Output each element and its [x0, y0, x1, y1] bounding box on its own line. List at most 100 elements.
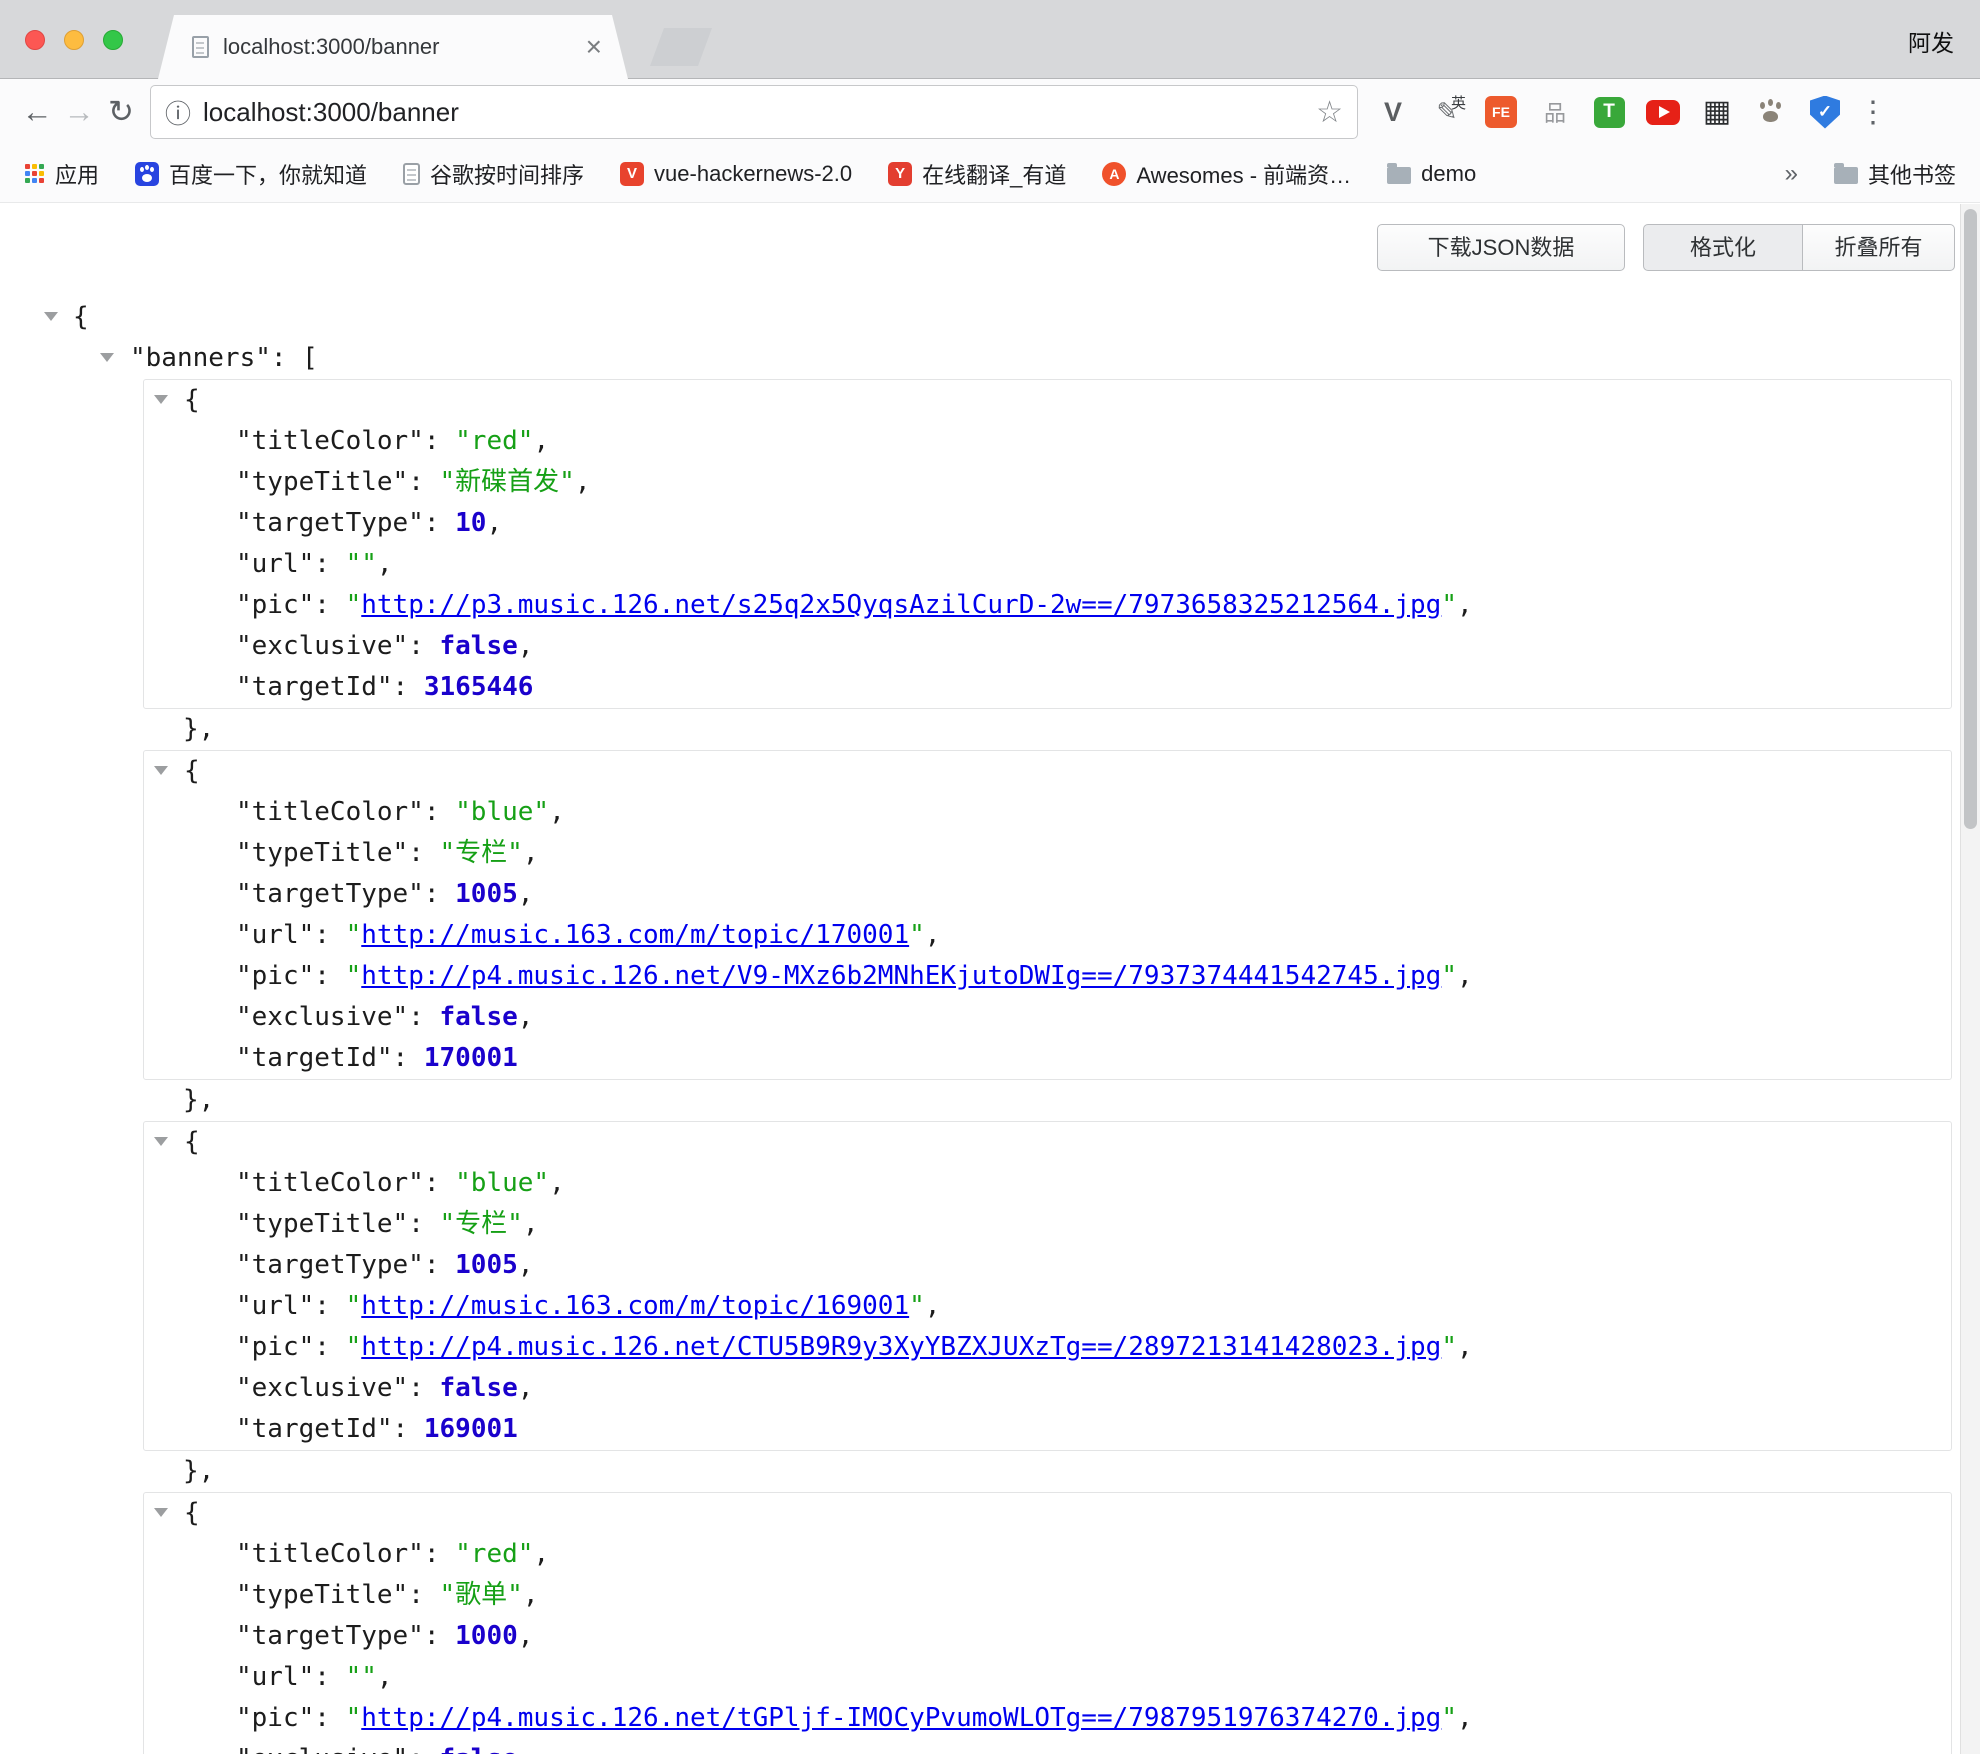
collapse-all-button[interactable]: 折叠所有: [1803, 224, 1955, 271]
collapse-toggle-icon[interactable]: [154, 395, 168, 404]
json-punctuation: :: [393, 1043, 424, 1073]
json-line: "targetId": 169001: [144, 1409, 1951, 1450]
url-text[interactable]: localhost:3000/banner: [203, 97, 1316, 128]
bookmark-baidu[interactable]: 百度一下，你就知道: [135, 158, 367, 190]
page-info-icon[interactable]: ⓘ: [165, 94, 191, 131]
collapse-toggle-icon[interactable]: [154, 766, 168, 775]
json-line: "targetType": 10,: [144, 503, 1951, 544]
bookmark-apps[interactable]: 应用: [24, 158, 99, 190]
json-punctuation: :: [424, 426, 455, 456]
bookmark-star-icon[interactable]: ☆: [1316, 95, 1343, 130]
translate-extension-icon[interactable]: ✎英: [1430, 95, 1464, 129]
bookmarks-bar: 应用 百度一下，你就知道 谷歌按时间排序 Vvue-hackernews-2.0…: [0, 145, 1980, 203]
address-bar[interactable]: ⓘ localhost:3000/banner ☆: [150, 85, 1358, 139]
json-punctuation: :: [408, 1002, 439, 1032]
bookmark-google-sort[interactable]: 谷歌按时间排序: [403, 158, 584, 190]
json-punctuation: "banners": [: [130, 343, 318, 373]
shield-extension-icon[interactable]: ✓: [1808, 95, 1842, 129]
bookmark-folder-demo[interactable]: demo: [1387, 161, 1476, 187]
awesomes-icon: A: [1102, 162, 1126, 186]
collapse-toggle-icon[interactable]: [154, 1137, 168, 1146]
collapse-toggle-icon[interactable]: [44, 312, 58, 321]
json-url-link[interactable]: http://p4.music.126.net/tGPljf-IMOCyPvum…: [361, 1703, 1441, 1733]
collapse-toggle-icon[interactable]: [100, 353, 114, 362]
vertical-scrollbar[interactable]: [1960, 204, 1980, 1754]
json-punctuation: {: [184, 385, 200, 415]
tab-close-icon[interactable]: ×: [586, 33, 602, 61]
json-string-value: ": [346, 590, 362, 620]
back-icon[interactable]: ←: [16, 94, 58, 130]
json-punctuation: :: [408, 631, 439, 661]
org-chart-extension-icon[interactable]: 品: [1538, 95, 1572, 129]
json-url-link[interactable]: http://p4.music.126.net/CTU5B9R9y3XyYBZX…: [361, 1332, 1441, 1362]
json-string-value: "blue": [455, 797, 549, 827]
json-punctuation: ,: [1457, 1332, 1473, 1362]
bookmark-other-bookmarks[interactable]: 其他书签: [1834, 158, 1956, 190]
json-punctuation: :: [314, 920, 345, 950]
bookmark-vue-hackernews[interactable]: Vvue-hackernews-2.0: [620, 161, 852, 187]
json-number-value: 1005: [455, 879, 518, 909]
json-key: "pic": [236, 1332, 314, 1362]
close-window-button[interactable]: [25, 30, 45, 50]
youtube-extension-icon[interactable]: [1646, 95, 1680, 129]
json-punctuation: :: [408, 838, 439, 868]
json-key: "exclusive": [236, 631, 408, 661]
profile-name[interactable]: 阿发: [1908, 24, 1954, 58]
apps-grid-icon: [24, 163, 45, 184]
fullscreen-window-button[interactable]: [103, 30, 123, 50]
reload-icon[interactable]: ↻: [100, 94, 142, 130]
json-key: "targetType": [236, 508, 424, 538]
bookmark-youdao-translate[interactable]: Y在线翻译_有道: [888, 158, 1066, 190]
forward-icon[interactable]: →: [58, 94, 100, 130]
json-string-value: "专栏": [440, 838, 523, 868]
paw-extension-icon[interactable]: [1754, 95, 1788, 129]
json-line: {: [144, 751, 1951, 792]
bookmarks-overflow-icon[interactable]: »: [1785, 160, 1798, 188]
json-string-value: "新碟首发": [440, 467, 575, 497]
json-punctuation: :: [424, 1168, 455, 1198]
browser-menu-icon[interactable]: ⋮: [1852, 95, 1894, 130]
json-punctuation: {: [184, 1498, 200, 1528]
scrollbar-thumb[interactable]: [1964, 209, 1977, 829]
new-tab-button[interactable]: [650, 28, 712, 66]
json-punctuation: :: [424, 1250, 455, 1280]
json-key: "typeTitle": [236, 838, 408, 868]
folder-icon: [1834, 167, 1858, 184]
bookmark-awesomes[interactable]: AAwesomes - 前端资…: [1102, 158, 1351, 190]
json-line: "targetType": 1005,: [144, 874, 1951, 915]
json-string-value: ": [1441, 1332, 1457, 1362]
json-punctuation: ,: [533, 1539, 549, 1569]
minimize-window-button[interactable]: [64, 30, 84, 50]
json-number-value: 1000: [455, 1621, 518, 1651]
json-number-value: false: [440, 1002, 518, 1032]
json-punctuation: {: [184, 756, 200, 786]
fehelper-extension-icon[interactable]: FE: [1484, 95, 1518, 129]
json-line: },: [0, 1080, 1960, 1121]
json-punctuation: {: [184, 1127, 200, 1157]
json-punctuation: :: [408, 467, 439, 497]
json-key: "targetId": [236, 672, 393, 702]
json-string-value: "blue": [455, 1168, 549, 1198]
json-punctuation: :: [408, 1744, 439, 1754]
json-punctuation: ,: [1457, 961, 1473, 991]
qrcode-extension-icon[interactable]: ▦: [1700, 95, 1734, 129]
browser-tab[interactable]: localhost:3000/banner ×: [158, 15, 628, 79]
json-string-value: ": [1441, 590, 1457, 620]
json-string-value: ": [346, 961, 362, 991]
json-url-link[interactable]: http://p4.music.126.net/V9-MXz6b2MNhEKju…: [361, 961, 1441, 991]
json-punctuation: ,: [523, 838, 539, 868]
collapse-toggle-icon[interactable]: [154, 1508, 168, 1517]
json-line: "typeTitle": "专栏",: [144, 1204, 1951, 1245]
tampermonkey-extension-icon[interactable]: T: [1592, 95, 1626, 129]
json-url-link[interactable]: http://music.163.com/m/topic/170001: [361, 920, 909, 950]
json-url-link[interactable]: http://p3.music.126.net/s25q2x5QyqsAzilC…: [361, 590, 1441, 620]
json-url-link[interactable]: http://music.163.com/m/topic/169001: [361, 1291, 909, 1321]
download-json-button[interactable]: 下载JSON数据: [1377, 224, 1625, 271]
json-string-value: ": [909, 920, 925, 950]
json-punctuation: :: [393, 672, 424, 702]
json-string-value: "red": [455, 1539, 533, 1569]
json-line: },: [0, 709, 1960, 750]
vimium-extension-icon[interactable]: V: [1376, 95, 1410, 129]
json-string-value: "red": [455, 426, 533, 456]
format-button[interactable]: 格式化: [1643, 224, 1803, 271]
